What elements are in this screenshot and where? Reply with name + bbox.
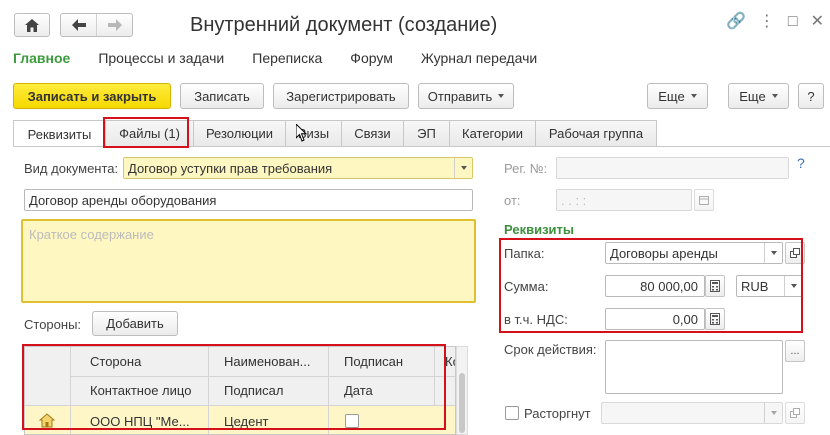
chevron-down-icon: [770, 411, 777, 415]
section-nav: Главное Процессы и задачи Переписка Фору…: [13, 50, 565, 66]
date-from-label: от:: [504, 193, 521, 208]
highlight-parties-table: [22, 344, 446, 430]
chevron-down-icon: [460, 166, 467, 170]
summary-placeholder: Краткое содержание: [29, 227, 154, 242]
requisites-section-title: Реквизиты: [504, 222, 574, 237]
terminated-label: Расторгнут: [524, 406, 591, 421]
tab-resolutions[interactable]: Резолюции: [193, 120, 286, 146]
maximize-icon[interactable]: □: [788, 14, 798, 30]
section-main[interactable]: Главное: [13, 50, 70, 66]
doc-type-label: Вид документа:: [24, 161, 119, 176]
window-title: Внутренний документ (создание): [190, 14, 498, 36]
date-from-input: . . : :: [556, 189, 692, 211]
send-button[interactable]: Отправить: [418, 83, 514, 109]
reg-number-label: Рег. №:: [504, 161, 548, 176]
register-button[interactable]: Зарегистрировать: [273, 83, 409, 109]
more-vert-icon[interactable]: ⋮: [759, 14, 775, 30]
back-button[interactable]: [61, 14, 96, 36]
reg-number-input: [556, 157, 789, 179]
chevron-down-icon: [498, 94, 505, 98]
arrow-right-icon: [107, 19, 122, 31]
more-button-2[interactable]: Еще: [728, 83, 789, 109]
forward-button[interactable]: [96, 14, 132, 36]
history-nav: [60, 13, 133, 37]
terminated-date-select: [601, 402, 783, 424]
doc-type-select[interactable]: Договор уступки прав требования: [123, 157, 473, 179]
arrow-left-icon: [71, 19, 86, 31]
summary-textarea[interactable]: Краткое содержание: [21, 219, 476, 303]
calendar-icon: [699, 196, 709, 205]
window-controls: 🔗 ⋮ □ ✕: [726, 14, 824, 30]
chevron-down-icon: [771, 94, 778, 98]
chevron-down-icon: [690, 94, 697, 98]
validity-label: Срок действия:: [504, 342, 597, 357]
more-button-1[interactable]: Еще: [647, 83, 708, 109]
calendar-button: [694, 189, 714, 211]
help-button[interactable]: ?: [798, 83, 824, 109]
terminated-checkbox[interactable]: [505, 406, 519, 420]
section-transfer-log[interactable]: Журнал передачи: [421, 50, 537, 66]
more-button-1-label: Еще: [658, 88, 685, 104]
doc-type-value: Договор уступки прав требования: [128, 160, 333, 176]
tab-visas[interactable]: Визы: [285, 120, 342, 146]
tab-signatures[interactable]: ЭП: [403, 120, 450, 146]
scroll-thumb[interactable]: [459, 373, 465, 433]
close-icon[interactable]: ✕: [811, 14, 824, 30]
open-window-icon: [790, 408, 800, 418]
validity-textarea[interactable]: [605, 340, 783, 394]
tab-links[interactable]: Связи: [341, 120, 404, 146]
tab-workgroup[interactable]: Рабочая группа: [535, 120, 657, 146]
doc-type-dropdown[interactable]: [454, 158, 472, 178]
section-processes[interactable]: Процессы и задачи: [98, 50, 224, 66]
highlight-requisites: [499, 238, 803, 333]
validity-select-button[interactable]: ...: [785, 340, 805, 362]
link-icon[interactable]: 🔗: [726, 14, 746, 30]
section-forum[interactable]: Форум: [350, 50, 393, 66]
terminated-open-button: [785, 402, 805, 424]
home-icon: [25, 18, 39, 32]
highlight-files-tab: [103, 117, 189, 148]
home-button[interactable]: [14, 13, 50, 37]
more-button-2-label: Еще: [739, 88, 766, 104]
section-correspondence[interactable]: Переписка: [252, 50, 322, 66]
terminated-dropdown: [764, 403, 782, 423]
table-scrollbar[interactable]: [456, 346, 468, 435]
save-and-close-button[interactable]: Записать и закрыть: [13, 83, 171, 109]
add-party-button[interactable]: Добавить: [92, 311, 178, 336]
tab-requisites[interactable]: Реквизиты: [13, 120, 106, 147]
document-name-input[interactable]: Договор аренды оборудования: [24, 189, 473, 211]
send-button-label: Отправить: [427, 88, 493, 104]
parties-label: Стороны:: [24, 317, 82, 332]
tab-categories[interactable]: Категории: [449, 120, 536, 146]
mouse-cursor-icon: [296, 124, 308, 142]
help-mark[interactable]: ?: [797, 155, 805, 171]
save-button[interactable]: Записать: [180, 83, 264, 109]
